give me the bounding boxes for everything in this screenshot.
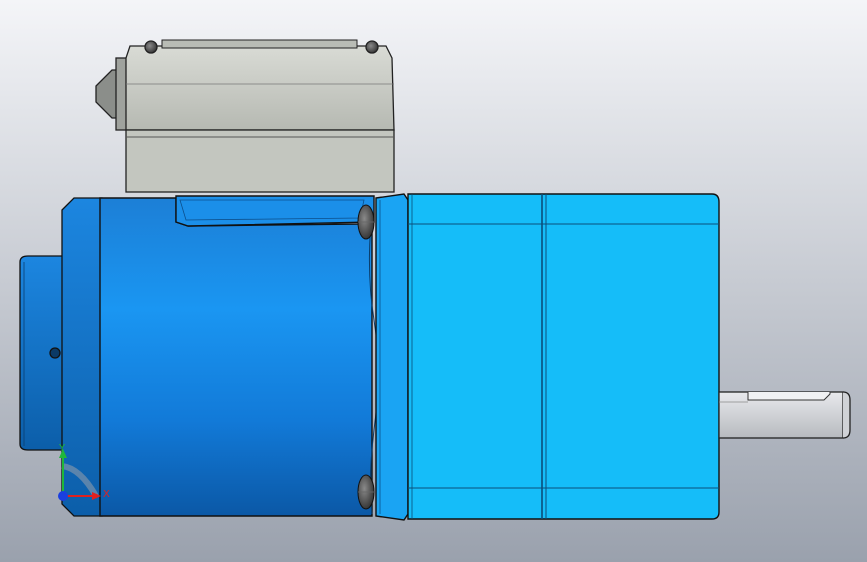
gearhead-body[interactable] (407, 193, 720, 520)
motor-rear-boss[interactable] (19, 255, 67, 451)
motor-body[interactable] (99, 195, 379, 517)
flange-screw-top (357, 204, 375, 240)
terminal-box[interactable] (95, 39, 395, 193)
cad-viewport[interactable]: Y X (0, 0, 867, 562)
flange-screw-bottom (357, 474, 375, 510)
z-axis-dot (58, 491, 68, 501)
y-axis-label: Y (58, 443, 66, 454)
x-axis-label: X (103, 489, 110, 500)
gearhead-flange[interactable] (375, 193, 409, 521)
output-shaft[interactable] (718, 391, 851, 439)
